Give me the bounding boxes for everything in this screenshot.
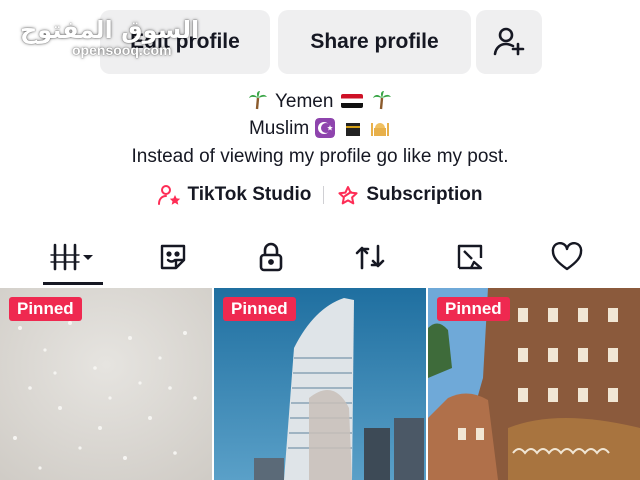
watermark-latin: opensooq.com bbox=[72, 42, 172, 58]
star-and-crescent-icon bbox=[315, 118, 336, 138]
tab-videos[interactable] bbox=[43, 232, 103, 282]
add-user-icon bbox=[493, 27, 525, 56]
active-tab-indicator bbox=[43, 282, 103, 285]
bio-text: Instead of viewing my profile go like my… bbox=[131, 146, 509, 167]
subscription-icon bbox=[338, 186, 358, 205]
pinned-badge: Pinned bbox=[437, 297, 510, 321]
tab-private[interactable] bbox=[241, 232, 301, 282]
video-thumbnail-2[interactable]: Pinned bbox=[214, 288, 426, 480]
tagged-icon bbox=[457, 244, 483, 270]
watermark-arabic: السوق المفتوح bbox=[20, 16, 200, 44]
bio-religion: Muslim bbox=[248, 118, 310, 139]
tiktok-studio-link[interactable]: TikTok Studio bbox=[157, 184, 312, 206]
opensooq-watermark: السوق المفتوح opensooq.com bbox=[20, 16, 199, 58]
yemen-flag-icon bbox=[340, 94, 363, 108]
video-thumbnail-3[interactable]: Pinned bbox=[428, 288, 640, 480]
subscription-link[interactable]: Subscription bbox=[336, 184, 482, 206]
tab-tagged[interactable] bbox=[440, 232, 500, 282]
pinned-badge: Pinned bbox=[223, 297, 296, 321]
creator-star-icon bbox=[157, 185, 180, 205]
heart-icon bbox=[551, 242, 583, 271]
tab-stickers[interactable] bbox=[143, 232, 203, 282]
lock-icon bbox=[259, 242, 283, 272]
profile-links-row: TikTok Studio Subscription bbox=[0, 184, 640, 206]
profile-tabs bbox=[0, 232, 640, 284]
mosque-icon bbox=[371, 123, 389, 136]
repost-icon bbox=[355, 244, 385, 270]
subscription-label: Subscription bbox=[366, 184, 483, 205]
bio-country: Yemen bbox=[274, 91, 334, 112]
bio-line-1: Yemen bbox=[0, 90, 640, 113]
tab-liked[interactable] bbox=[537, 232, 597, 282]
bio-line-2: Muslim bbox=[0, 118, 640, 140]
add-friend-button[interactable] bbox=[476, 10, 542, 74]
video-thumbnail-1[interactable]: Pinned bbox=[0, 288, 212, 480]
pinned-badge: Pinned bbox=[9, 297, 82, 321]
share-profile-button[interactable]: Share profile bbox=[278, 10, 471, 74]
links-divider bbox=[323, 186, 325, 204]
sticker-icon bbox=[160, 244, 186, 270]
palm-tree-icon bbox=[249, 91, 268, 110]
tab-reposts[interactable] bbox=[340, 232, 400, 282]
tiktok-studio-label: TikTok Studio bbox=[187, 184, 312, 205]
video-grid: Pinned Pinned Pinned bbox=[0, 288, 640, 480]
palm-tree-icon bbox=[372, 91, 391, 110]
videos-grid-icon bbox=[50, 243, 93, 271]
kaaba-icon bbox=[345, 123, 360, 136]
